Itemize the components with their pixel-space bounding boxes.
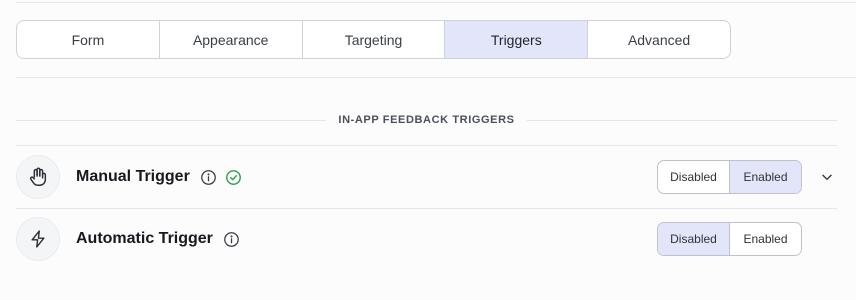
header-line-left	[16, 119, 327, 121]
check-circle-icon	[225, 169, 242, 186]
manual-trigger-row: Manual Trigger Disabled Enabled	[16, 146, 837, 208]
manual-trigger-toggle: Disabled Enabled	[657, 160, 802, 194]
automatic-trigger-row: Automatic Trigger Disabled Enabled	[16, 208, 837, 270]
chevron-down-icon[interactable]	[817, 167, 837, 187]
info-icon[interactable]	[223, 231, 240, 248]
enabled-option[interactable]: Enabled	[730, 223, 801, 255]
disabled-option[interactable]: Disabled	[658, 161, 730, 193]
tab-appearance[interactable]: Appearance	[160, 21, 303, 58]
section-divider	[16, 77, 856, 78]
hand-icon	[16, 155, 60, 199]
tab-form[interactable]: Form	[17, 21, 160, 58]
disabled-option[interactable]: Disabled	[658, 223, 730, 255]
trigger-label: Manual Trigger	[76, 168, 190, 185]
triggers-settings-page: Form Appearance Targeting Triggers Advan…	[0, 0, 856, 300]
enabled-option[interactable]: Enabled	[730, 161, 801, 193]
header-line-right	[526, 119, 837, 121]
automatic-trigger-toggle: Disabled Enabled	[657, 222, 802, 256]
tab-triggers[interactable]: Triggers	[445, 21, 589, 58]
section-header: IN-APP FEEDBACK TRIGGERS	[16, 110, 837, 130]
section-title: IN-APP FEEDBACK TRIGGERS	[338, 114, 515, 126]
trigger-label: Automatic Trigger	[76, 230, 213, 247]
tab-targeting[interactable]: Targeting	[303, 21, 446, 58]
info-icon[interactable]	[200, 169, 217, 186]
top-divider	[16, 2, 856, 3]
settings-tabs: Form Appearance Targeting Triggers Advan…	[16, 20, 731, 59]
tab-advanced[interactable]: Advanced	[588, 21, 730, 58]
lightning-icon	[16, 217, 60, 261]
